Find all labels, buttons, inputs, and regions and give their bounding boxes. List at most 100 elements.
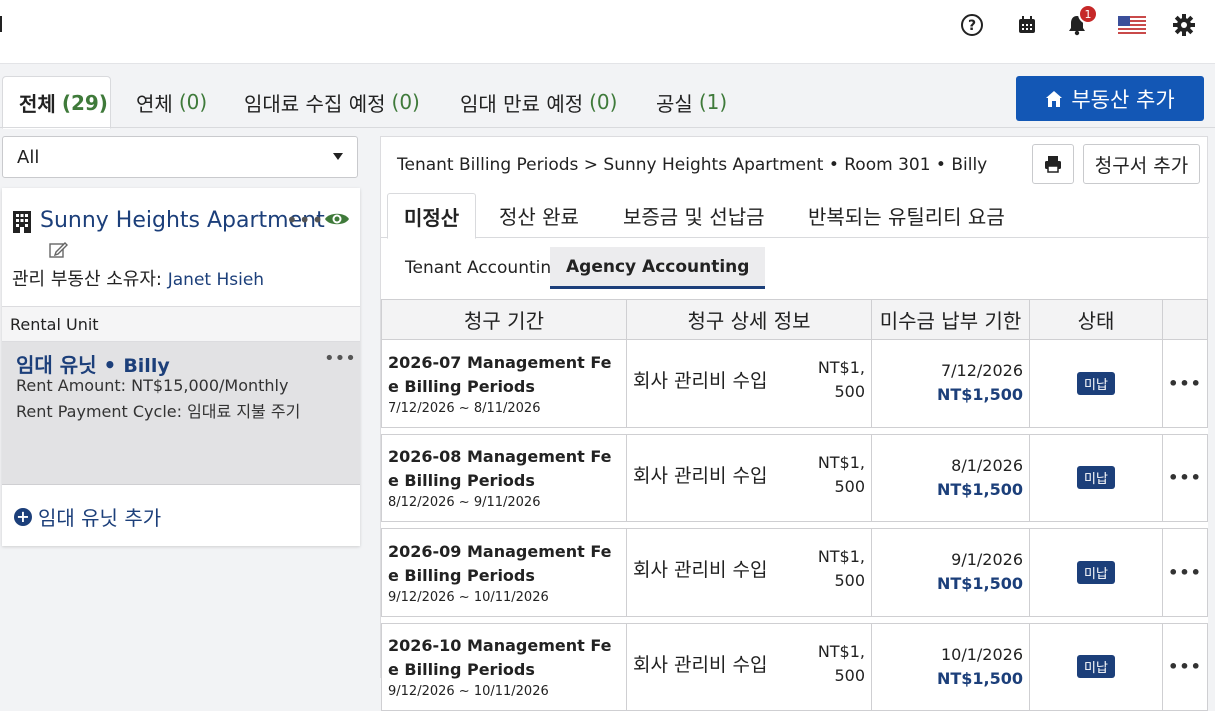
- calendar-icon[interactable]: [1012, 10, 1042, 40]
- status-cell: 미납: [1029, 433, 1163, 522]
- detail-amount: NT$1,500: [817, 641, 865, 685]
- period-cell: 2026-08 Management Fee Billing Periods 8…: [381, 433, 627, 522]
- period-title: 2026-08 Management Fee Billing Periods: [388, 447, 612, 491]
- detail-amount: NT$1,500: [817, 358, 865, 401]
- tab-recurring-utilities[interactable]: 반복되는 유틸리티 요금: [792, 193, 1021, 238]
- gear-icon[interactable]: [1169, 10, 1199, 40]
- property-filter-select[interactable]: All: [2, 136, 358, 178]
- tab-unsettled[interactable]: 미정산: [387, 193, 477, 239]
- balance: NT$1,500: [936, 385, 1023, 405]
- more-options-icon[interactable]: •••: [286, 208, 324, 232]
- tenant-name: Billy: [123, 355, 170, 377]
- detail-label: 회사 관리비 수입: [633, 653, 768, 676]
- notification-badge: 1: [1078, 4, 1098, 24]
- billing-panel: Tenant Billing Periods > Sunny Heights A…: [380, 136, 1209, 711]
- detail-label: 회사 관리비 수입: [633, 464, 768, 487]
- property-owner: 관리 부동산 소유자: Janet Hsieh: [12, 265, 264, 291]
- tab-rent-due[interactable]: 임대료 수집 예정 (0): [228, 76, 436, 128]
- billing-table: 청구 기간 청구 상세 정보 미수금 납부 기한 상태 2026-07 Mana…: [381, 299, 1208, 711]
- tab-all[interactable]: 전체 (29): [2, 76, 111, 129]
- edit-icon[interactable]: [48, 240, 68, 264]
- owner-name[interactable]: Janet Hsieh: [168, 270, 264, 290]
- unit-name[interactable]: 임대 유닛 • Billy: [16, 349, 170, 378]
- period-range: 9/12/2026 ~ 10/11/2026: [388, 589, 549, 605]
- row-more-options-icon[interactable]: •••: [1162, 622, 1208, 711]
- top-header: ? 1: [0, 0, 1215, 64]
- due-cell: 9/1/2026 NT$1,500: [871, 528, 1030, 617]
- tab-deposits[interactable]: 보증금 및 선납금: [607, 193, 781, 238]
- tab-overdue[interactable]: 연체 (0): [120, 76, 223, 128]
- due-date: 8/1/2026: [951, 455, 1023, 475]
- breadcrumb: Tenant Billing Periods > Sunny Heights A…: [397, 155, 988, 175]
- column-header: [1162, 299, 1208, 340]
- eye-icon[interactable]: [324, 210, 350, 232]
- tab-vacant[interactable]: 공실 (1): [640, 76, 743, 128]
- row-more-options-icon[interactable]: •••: [1162, 339, 1208, 428]
- billing-tabs: 미정산 정산 완료 보증금 및 선납금 반복되는 유틸리티 요금: [381, 193, 1209, 239]
- rental-unit-item[interactable]: 임대 유닛 • Billy ••• Rent Amount: NT$15,000…: [2, 342, 360, 485]
- unit-label: 임대 유닛: [16, 353, 97, 377]
- table-row[interactable]: 2026-10 Management Fee Billing Periods 9…: [381, 622, 1208, 711]
- row-more-options-icon[interactable]: •••: [1162, 528, 1208, 617]
- status-cell: 미납: [1029, 622, 1163, 711]
- balance: NT$1,500: [936, 668, 1023, 688]
- tab-label: 임대 만료 예정: [460, 91, 584, 116]
- status-badge: 미납: [1077, 466, 1115, 490]
- rent-payment-cycle: Rent Payment Cycle: 임대료 지불 주기: [16, 402, 301, 421]
- tab-count: (0): [391, 90, 420, 114]
- tab-count: (0): [589, 90, 618, 114]
- detail-cell: 회사 관리비 수입 NT$1,500: [626, 433, 872, 522]
- due-cell: 8/1/2026 NT$1,500: [871, 433, 1030, 522]
- help-icon[interactable]: ?: [957, 10, 987, 40]
- column-header: 청구 상세 정보: [626, 299, 872, 340]
- detail-amount: NT$1,500: [817, 452, 865, 496]
- building-icon: [12, 210, 32, 238]
- status-cell: 미납: [1029, 528, 1163, 617]
- period-title: 2026-10 Management Fee Billing Periods: [388, 636, 612, 680]
- detail-cell: 회사 관리비 수입 NT$1,500: [626, 528, 872, 617]
- table-row[interactable]: 2026-09 Management Fee Billing Periods 9…: [381, 528, 1208, 617]
- period-range: 7/12/2026 ~ 8/11/2026: [388, 400, 541, 416]
- separator: •: [103, 353, 117, 377]
- print-button[interactable]: [1032, 144, 1074, 184]
- due-cell: 10/1/2026 NT$1,500: [871, 622, 1030, 711]
- tab-agency-accounting[interactable]: Agency Accounting: [550, 247, 766, 289]
- row-spacer: [381, 426, 1208, 435]
- tab-label: 전체: [19, 92, 56, 116]
- bell-icon[interactable]: 1: [1062, 4, 1098, 40]
- column-header: 청구 기간: [381, 299, 627, 340]
- due-date: 7/12/2026: [940, 361, 1023, 381]
- add-rental-unit-button[interactable]: + 임대 유닛 추가: [14, 502, 161, 531]
- tab-label: 임대료 수집 예정: [244, 91, 386, 116]
- table-row[interactable]: 2026-07 Management Fee Billing Periods 7…: [381, 339, 1208, 428]
- tab-settled[interactable]: 정산 완료: [483, 193, 595, 238]
- status-cell: 미납: [1029, 339, 1163, 428]
- print-icon: [1045, 156, 1061, 173]
- column-header: 상태: [1029, 299, 1163, 340]
- period-range: 9/12/2026 ~ 10/11/2026: [388, 684, 549, 700]
- add-unit-label: 임대 유닛 추가: [38, 506, 162, 530]
- tab-divider: [0, 127, 1215, 128]
- due-date: 9/1/2026: [951, 550, 1023, 570]
- tab-lease-expiring[interactable]: 임대 만료 예정 (0): [444, 76, 633, 128]
- status-badge: 미납: [1077, 371, 1115, 395]
- detail-cell: 회사 관리비 수입 NT$1,500: [626, 339, 872, 428]
- rental-unit-header: Rental Unit: [2, 306, 360, 342]
- row-more-options-icon[interactable]: •••: [1162, 433, 1208, 522]
- add-invoice-button[interactable]: 청구서 추가: [1083, 144, 1200, 184]
- tab-count: (0): [178, 90, 208, 114]
- filter-value: All: [17, 146, 40, 168]
- us-flag-icon[interactable]: [1117, 10, 1147, 40]
- add-property-button[interactable]: 부동산 추가: [1016, 76, 1204, 121]
- period-cell: 2026-07 Management Fee Billing Periods 7…: [381, 339, 627, 428]
- unit-more-options-icon[interactable]: •••: [324, 348, 356, 369]
- property-name[interactable]: Sunny Heights Apartment: [40, 208, 325, 233]
- detail-label: 회사 관리비 수입: [633, 559, 768, 581]
- row-spacer: [381, 615, 1208, 624]
- period-range: 8/12/2026 ~ 9/11/2026: [388, 495, 541, 511]
- add-property-label: 부동산 추가: [1071, 87, 1175, 112]
- home-icon: [1046, 90, 1063, 107]
- table-row[interactable]: 2026-08 Management Fee Billing Periods 8…: [381, 433, 1208, 522]
- rent-amount: Rent Amount: NT$15,000/Monthly: [16, 376, 289, 395]
- window-edge: [0, 16, 2, 32]
